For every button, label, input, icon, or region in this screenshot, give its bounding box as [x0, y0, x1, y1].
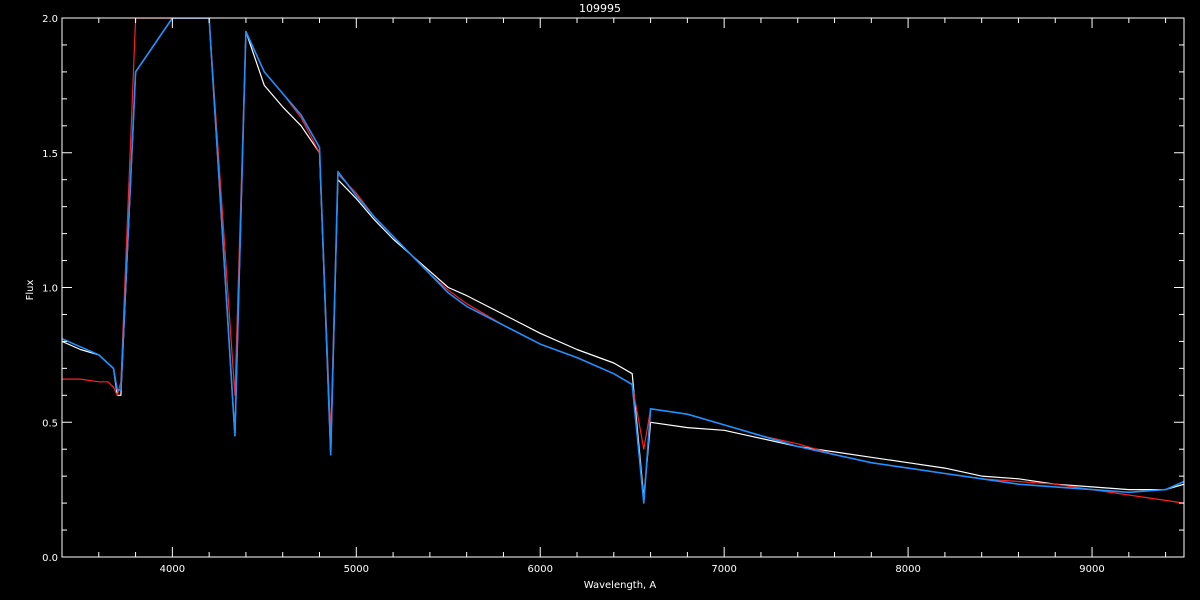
plot-frame [61, 17, 1185, 558]
x-tick-label: 4000 [160, 564, 185, 575]
y-tick-label: 0.0 [42, 553, 58, 564]
y-tick-label: 1.0 [42, 284, 58, 295]
y-tick-label: 1.5 [42, 149, 58, 160]
series-line-model-red [62, 18, 1184, 504]
series-line-observed-white [62, 18, 1184, 499]
series-layer [62, 18, 1184, 504]
x-tick-label: 8000 [895, 564, 920, 575]
y-axis-title: Flux [25, 280, 36, 301]
chart-title: 109995 [579, 2, 621, 15]
x-tick-label: 7000 [711, 564, 736, 575]
x-axis-title: Wavelength, A [584, 580, 657, 591]
labels-layer: 4000 5000 6000 7000 8000 9000 0.0 0.5 1.0 1.5 2.0 [42, 14, 1105, 575]
x-tick-label: 6000 [528, 564, 553, 575]
spectrum-chart: 4000 5000 6000 7000 8000 90000.00.51.01.52.0 … [25, 2, 1185, 591]
ticks-layer [61, 17, 1184, 558]
x-tick-label: 5000 [344, 564, 369, 575]
y-tick-label: 2.0 [42, 14, 58, 25]
series-line-observed-blue [62, 18, 1184, 504]
x-tick-label: 9000 [1079, 564, 1104, 575]
y-tick-label: 0.5 [42, 418, 58, 429]
